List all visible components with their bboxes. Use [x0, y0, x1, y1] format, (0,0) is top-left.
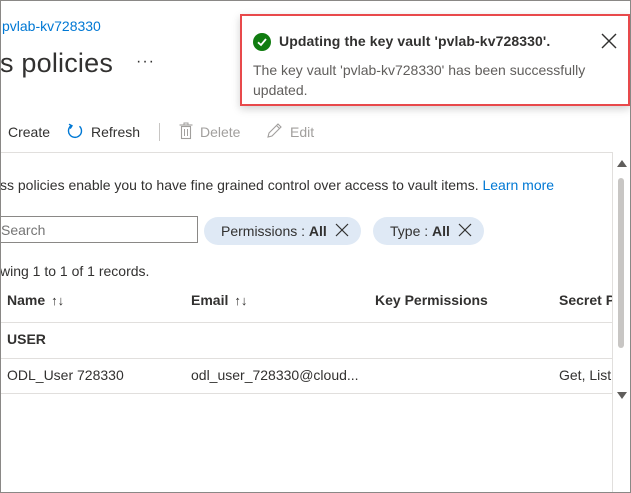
delete-button[interactable]: Delete: [179, 118, 240, 146]
column-header-secret-permissions[interactable]: Secret P: [559, 292, 615, 308]
notification-toast[interactable]: Updating the key vault 'pvlab-kv728330'.…: [240, 14, 630, 106]
refresh-button[interactable]: Refresh: [66, 118, 140, 146]
edit-button[interactable]: Edit: [265, 118, 314, 146]
scroll-up-icon[interactable]: [617, 160, 627, 167]
records-count: wing 1 to 1 of 1 records.: [0, 263, 150, 279]
create-button[interactable]: Create: [8, 118, 50, 146]
type-filter-pill[interactable]: Type : All: [373, 217, 484, 245]
edit-label: Edit: [290, 124, 315, 140]
row-divider: [0, 393, 612, 394]
learn-more-link[interactable]: Learn more: [482, 177, 554, 193]
success-check-icon: [253, 33, 271, 51]
toolbar-divider: [159, 123, 160, 141]
cell-name: ODL_User 728330: [7, 367, 124, 383]
cell-email: odl_user_728330@cloud...: [191, 367, 359, 383]
trash-icon: [179, 122, 193, 143]
description-text: ss policies enable you to have fine grai…: [0, 177, 554, 193]
delete-label: Delete: [200, 124, 241, 140]
type-filter-text: Type : All: [390, 223, 450, 239]
notification-title: Updating the key vault 'pvlab-kv728330'.: [279, 33, 551, 49]
close-icon[interactable]: [600, 32, 618, 50]
create-label: Create: [8, 124, 51, 140]
page-title: s policies: [0, 48, 114, 78]
refresh-label: Refresh: [91, 124, 141, 140]
sort-icon[interactable]: ↑↓: [51, 293, 64, 308]
close-icon[interactable]: [458, 223, 472, 240]
permissions-filter-text: Permissions : All: [221, 223, 327, 239]
column-header-key-permissions[interactable]: Key Permissions: [375, 292, 488, 308]
pencil-icon: [265, 122, 283, 143]
search-input[interactable]: [0, 216, 198, 243]
permissions-filter-pill[interactable]: Permissions : All: [204, 217, 361, 245]
group-header-user[interactable]: USER: [7, 331, 46, 347]
command-bar: Create Refresh Delete Edit: [0, 118, 631, 146]
cell-secret-permissions: Get, List: [559, 367, 612, 383]
header-divider: [0, 322, 612, 323]
scroll-down-icon[interactable]: [617, 392, 627, 399]
sort-icon[interactable]: ↑↓: [234, 293, 247, 308]
scroll-thumb[interactable]: [618, 178, 624, 348]
notification-message: The key vault 'pvlab-kv728330' has been …: [253, 62, 586, 98]
column-header-name[interactable]: Name ↑↓: [7, 292, 64, 308]
refresh-icon: [66, 122, 84, 143]
row-divider: [0, 358, 612, 359]
column-header-email[interactable]: Email ↑↓: [191, 292, 247, 308]
more-options-button[interactable]: ···: [136, 53, 155, 71]
vertical-scrollbar[interactable]: [612, 152, 630, 493]
description-body: ss policies enable you to have fine grai…: [0, 177, 479, 193]
breadcrumb-keyvault[interactable]: pvlab-kv728330: [2, 18, 101, 34]
access-policies-panel: ss policies enable you to have fine grai…: [0, 152, 615, 493]
close-icon[interactable]: [335, 223, 349, 240]
